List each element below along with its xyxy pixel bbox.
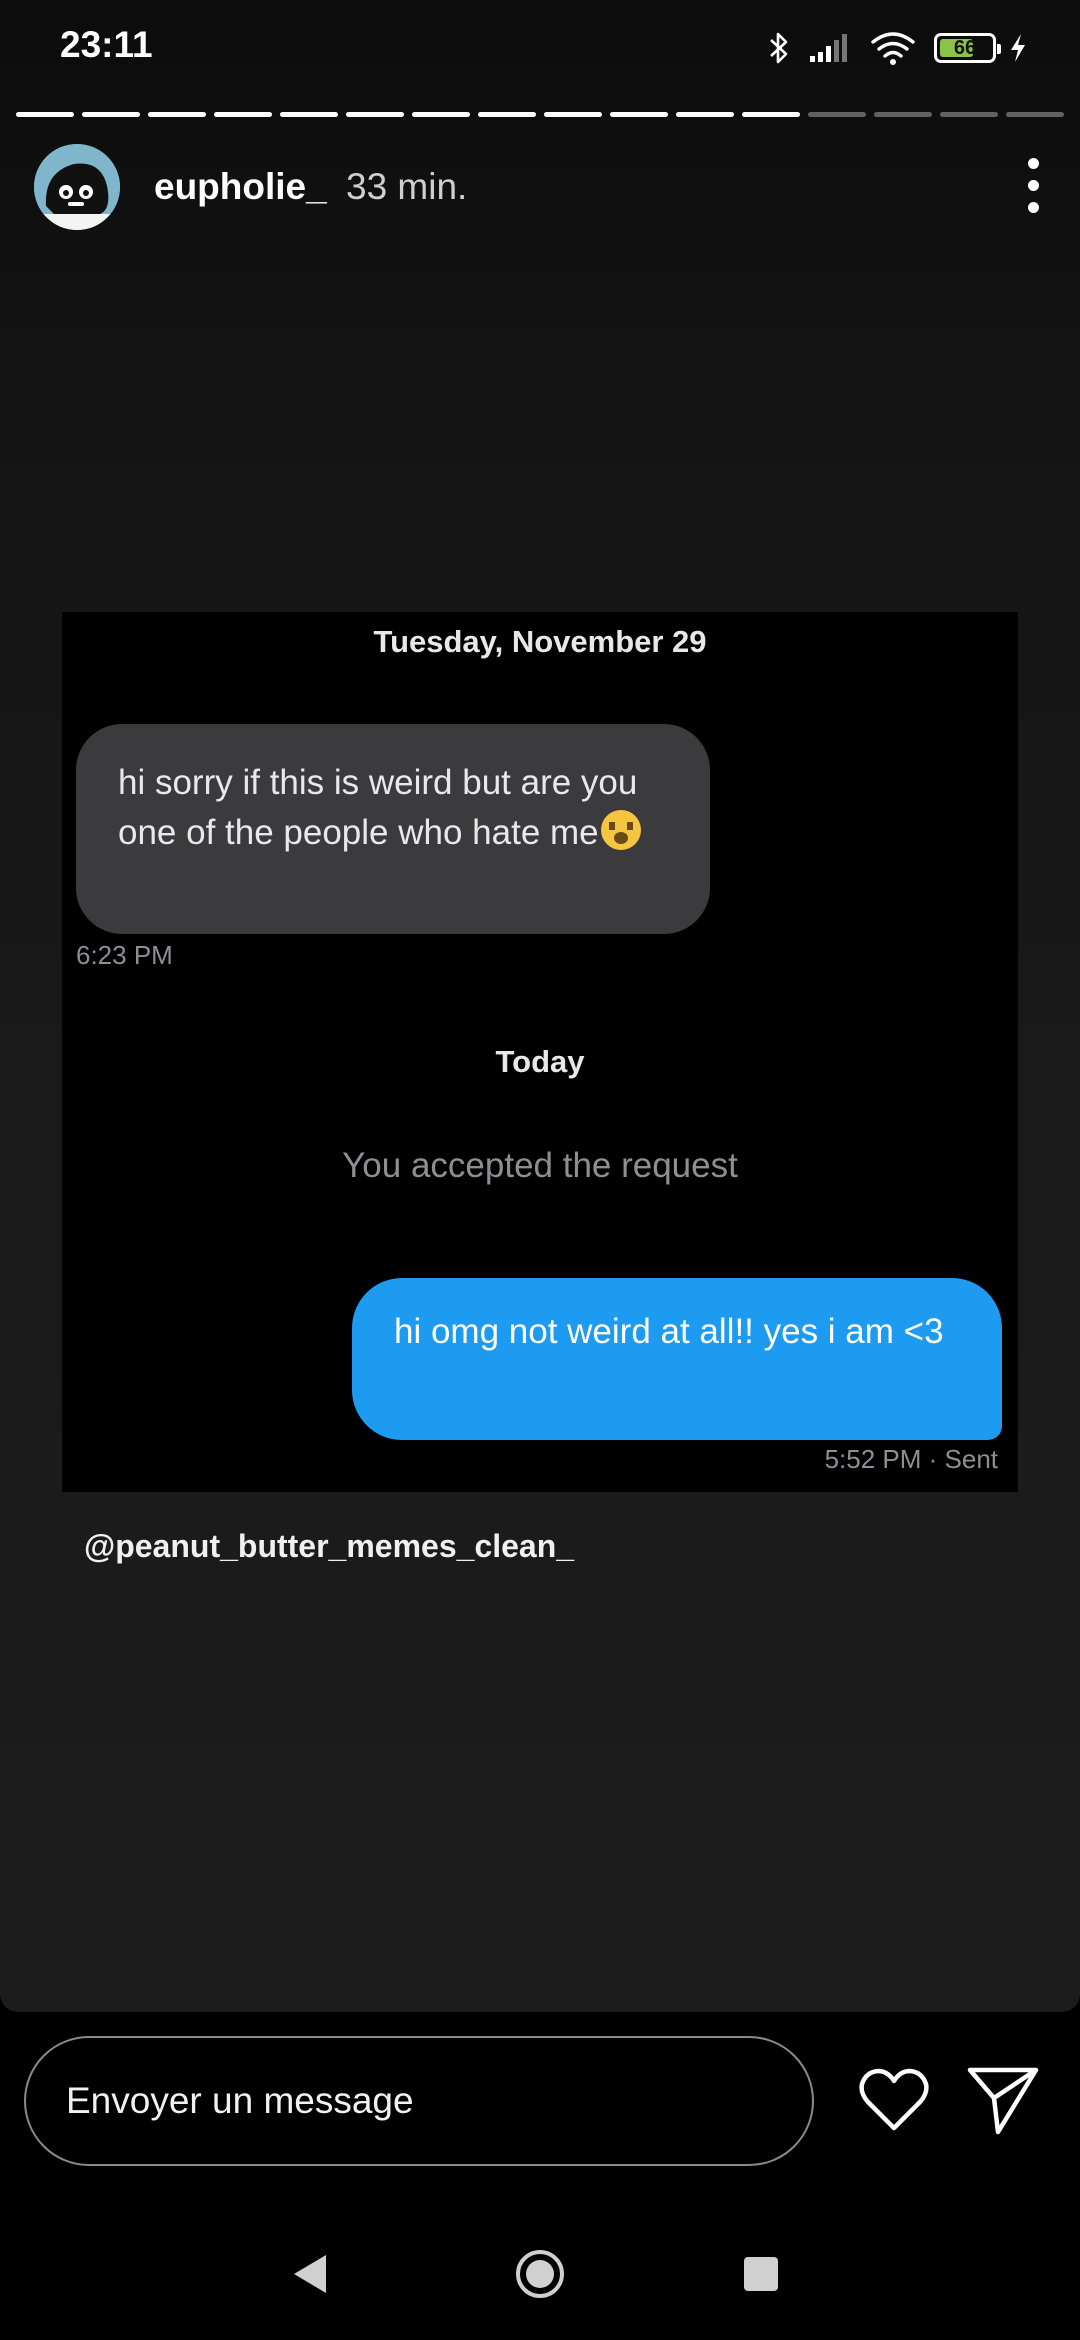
story-progress-segment [544,112,602,117]
story-progress-segment [874,112,932,117]
story-progress-segment [214,112,272,117]
signal-icon [810,34,847,62]
story-progress-segment [676,112,734,117]
story-progress-segment [412,112,470,117]
story-progress-bar [16,112,1064,117]
battery-level: 66 [953,36,977,59]
received-message-time: 6:23 PM [76,940,173,970]
sent-message-status: 5:52 PM · Sent [824,1444,998,1474]
status-bar: 23:11 66 [0,0,1080,100]
story-panel[interactable]: eupholie_ 33 min. Tuesday, November 29 h… [0,0,1080,2012]
screen: eupholie_ 33 min. Tuesday, November 29 h… [0,0,1080,2340]
loudly-crying-face-emoji [600,810,641,850]
story-header: eupholie_ 33 min. [34,144,1046,232]
chat-today-header: Today [495,1044,585,1079]
battery-cap [997,44,1001,54]
story-progress-segment [16,112,74,117]
more-options-icon[interactable] [1022,156,1046,216]
received-message-bubble: hi sorry if this is weird but are you on… [76,724,710,934]
charging-icon [1011,34,1025,62]
home-icon[interactable] [514,2248,566,2300]
story-progress-segment [940,112,998,117]
chat-date-header: Tuesday, November 29 [373,624,707,659]
story-time-ago: 33 min. [346,166,468,207]
story-progress-segment [478,112,536,117]
status-time: 23:11 [60,24,153,65]
bluetooth-icon [770,32,788,64]
story-progress-segment [82,112,140,117]
story-progress-segment [1006,112,1064,117]
received-message-text: hi sorry if this is weird but are you on… [118,763,638,852]
reply-message-input[interactable] [24,2036,814,2166]
request-accepted-notice: You accepted the request [342,1146,738,1185]
sent-message-text: hi omg not weird at all!! yes i am <3 [394,1312,944,1351]
back-icon[interactable] [290,2252,330,2296]
story-username[interactable]: eupholie_ [154,166,327,208]
send-icon[interactable] [966,2064,1040,2136]
story-progress-segment [280,112,338,117]
status-icons: 66 [750,26,1028,70]
battery-icon: 66 [934,33,1001,63]
avatar[interactable] [34,144,120,230]
story-progress-segment [346,112,404,117]
sent-message-bubble: hi omg not weird at all!! yes i am <3 [352,1278,1002,1440]
story-progress-segment [610,112,668,117]
story-progress-segment [808,112,866,117]
wifi-icon [871,32,915,65]
recents-icon[interactable] [744,2257,778,2291]
story-progress-segment [148,112,206,117]
heart-icon[interactable] [858,2066,930,2134]
credit-mention[interactable]: @peanut_butter_memes_clean_ [84,1528,574,1565]
chat-screenshot: Tuesday, November 29 hi sorry if this is… [62,612,1018,1492]
story-progress-segment [742,112,800,117]
